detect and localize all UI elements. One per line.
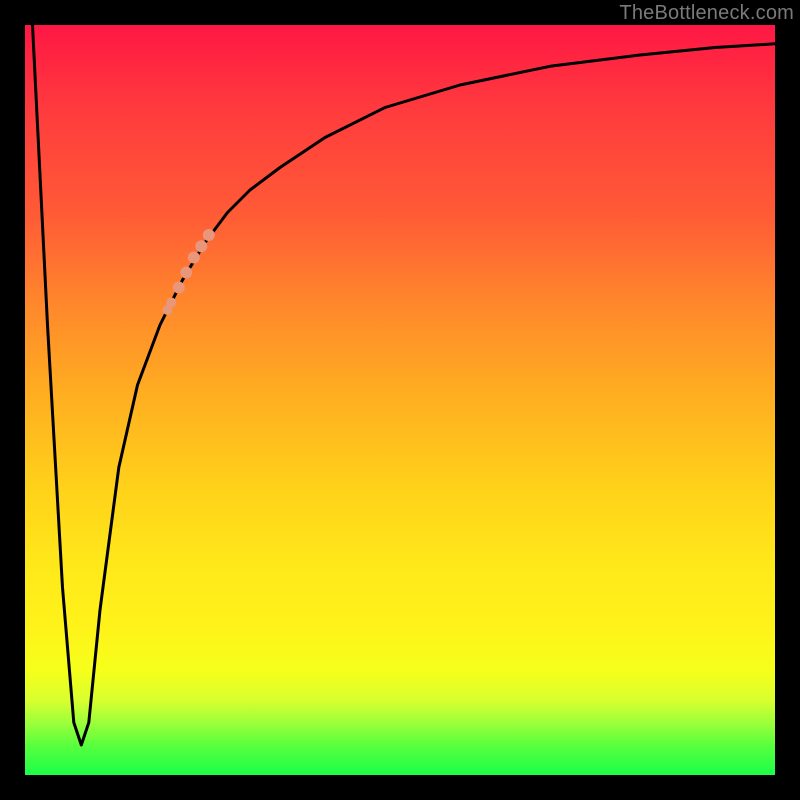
highlight-point (195, 240, 207, 252)
highlight-point (203, 229, 215, 241)
highlight-point (188, 252, 200, 264)
highlight-point (173, 282, 185, 294)
watermark-text: TheBottleneck.com (619, 2, 794, 25)
chart-overlay-svg (25, 25, 775, 775)
highlight-point (166, 298, 176, 308)
bottleneck-curve-path (33, 25, 776, 745)
chart-stage: TheBottleneck.com (0, 0, 800, 800)
highlight-point (180, 267, 192, 279)
